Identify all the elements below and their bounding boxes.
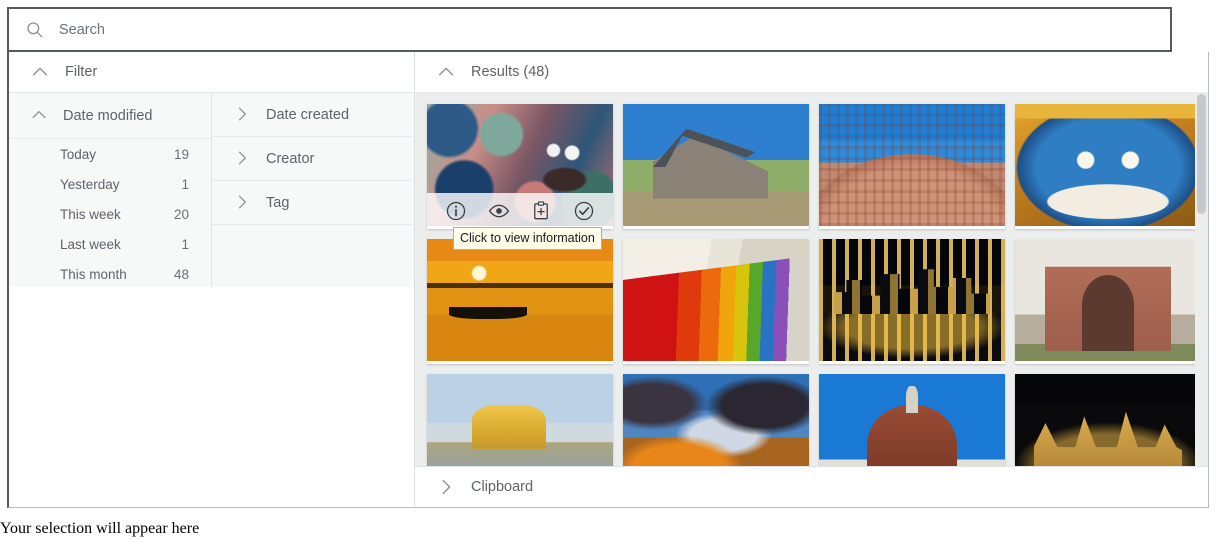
chevron-right-icon xyxy=(232,192,254,214)
facet-count: 1 xyxy=(181,236,189,252)
facet-row-this-month[interactable]: This month 48 xyxy=(9,259,211,289)
filter-section-header[interactable]: Filter xyxy=(9,52,414,92)
facet-row-today[interactable]: Today 19 xyxy=(9,139,211,169)
result-thumbnail-card[interactable] xyxy=(819,103,1005,229)
filter-panel-column: Filter Date modified Today 19 Yesterday … xyxy=(9,52,415,507)
eye-icon[interactable] xyxy=(488,200,510,222)
filter-group-header-creator[interactable]: Creator xyxy=(212,137,412,181)
result-thumbnail-card[interactable] xyxy=(427,238,613,364)
facet-count: 20 xyxy=(173,206,189,222)
filter-section-label: Filter xyxy=(65,64,98,80)
info-icon[interactable] xyxy=(445,200,467,222)
chevron-right-icon xyxy=(232,148,254,170)
result-thumbnail-card[interactable] xyxy=(623,373,809,466)
result-thumbnail-card[interactable] xyxy=(1015,373,1201,466)
facet-label: Today xyxy=(60,146,97,162)
result-thumbnail-card[interactable] xyxy=(819,238,1005,364)
thumbnail-image[interactable] xyxy=(1015,238,1201,361)
chevron-up-icon xyxy=(435,61,457,83)
facet-label: This week xyxy=(60,206,121,222)
results-column: Results (48) Click to view information C… xyxy=(415,52,1208,507)
thumbnail-image[interactable] xyxy=(623,373,809,466)
results-section-header[interactable]: Results (48) xyxy=(415,52,1208,92)
thumbnail-image[interactable] xyxy=(1015,103,1201,226)
chevron-up-icon xyxy=(29,105,51,127)
thumbnail-image[interactable] xyxy=(623,103,809,226)
filter-group-header-date-modified[interactable]: Date modified xyxy=(9,93,211,139)
results-grid-area[interactable]: Click to view information xyxy=(415,91,1208,466)
thumbnail-action-overlay xyxy=(427,192,613,229)
thumbnail-image[interactable] xyxy=(623,238,809,361)
thumbnail-image[interactable] xyxy=(427,373,613,466)
filter-group-label: Tag xyxy=(266,194,290,211)
facet-label: This month xyxy=(60,266,127,282)
thumbnail-image[interactable] xyxy=(1015,373,1201,466)
result-thumbnail-card[interactable] xyxy=(427,103,613,229)
chevron-up-icon xyxy=(29,61,51,83)
page-caption: Your selection will appear here xyxy=(0,520,200,537)
thumbnail-image[interactable] xyxy=(427,238,613,361)
clipboard-section-label: Clipboard xyxy=(471,479,534,495)
filter-group-label: Creator xyxy=(266,150,315,167)
image-search-app: Filter Date modified Today xyxy=(7,7,1209,508)
filter-collapsed-groups: Date created Creator Tag xyxy=(212,93,412,287)
facet-count: 48 xyxy=(173,266,189,282)
results-grid xyxy=(415,92,1208,466)
filter-group-label: Date created xyxy=(266,106,350,123)
result-thumbnail-card[interactable] xyxy=(623,103,809,229)
facet-row-yesterday[interactable]: Yesterday 1 xyxy=(9,169,211,199)
result-thumbnail-card[interactable] xyxy=(427,373,613,466)
app-body: Filter Date modified Today 19 Yesterday … xyxy=(7,52,1209,508)
tooltip: Click to view information xyxy=(453,226,602,250)
clipboard-panel: Clipboard xyxy=(415,466,1208,507)
results-scrollbar-thumb[interactable] xyxy=(1197,93,1206,214)
chevron-right-icon xyxy=(435,476,457,498)
filter-group-label: Date modified xyxy=(63,107,153,124)
facet-label: Last week xyxy=(60,236,121,252)
check-circle-icon[interactable] xyxy=(573,200,595,222)
result-thumbnail-card[interactable] xyxy=(623,238,809,364)
result-thumbnail-card[interactable] xyxy=(819,373,1005,466)
thumbnail-image[interactable] xyxy=(819,373,1005,466)
search-icon xyxy=(25,20,45,40)
search-bar[interactable] xyxy=(7,7,1172,52)
facet-row-this-week[interactable]: This week 20 xyxy=(9,199,211,229)
result-thumbnail-card[interactable] xyxy=(1015,238,1201,364)
facet-count: 19 xyxy=(173,146,189,162)
result-thumbnail-card[interactable] xyxy=(1015,103,1201,229)
thumbnail-image[interactable] xyxy=(819,103,1005,226)
results-scrollbar[interactable] xyxy=(1195,91,1208,466)
results-section-label: Results (48) xyxy=(471,63,550,80)
clipboard-add-icon[interactable] xyxy=(530,200,552,222)
chevron-right-icon xyxy=(232,104,254,126)
facet-row-last-week[interactable]: Last week 1 xyxy=(9,229,211,259)
facet-count: 1 xyxy=(181,176,189,192)
filter-group-header-tag[interactable]: Tag xyxy=(212,181,412,225)
search-input[interactable] xyxy=(59,21,759,38)
filter-group-date-modified: Date modified Today 19 Yesterday 1 This … xyxy=(9,93,212,287)
thumbnail-image[interactable] xyxy=(819,238,1005,361)
clipboard-section-header[interactable]: Clipboard xyxy=(415,467,1208,507)
facet-label: Yesterday xyxy=(60,176,120,192)
filter-group-header-date-created[interactable]: Date created xyxy=(212,93,412,137)
filter-facets: Date modified Today 19 Yesterday 1 This … xyxy=(9,92,414,287)
